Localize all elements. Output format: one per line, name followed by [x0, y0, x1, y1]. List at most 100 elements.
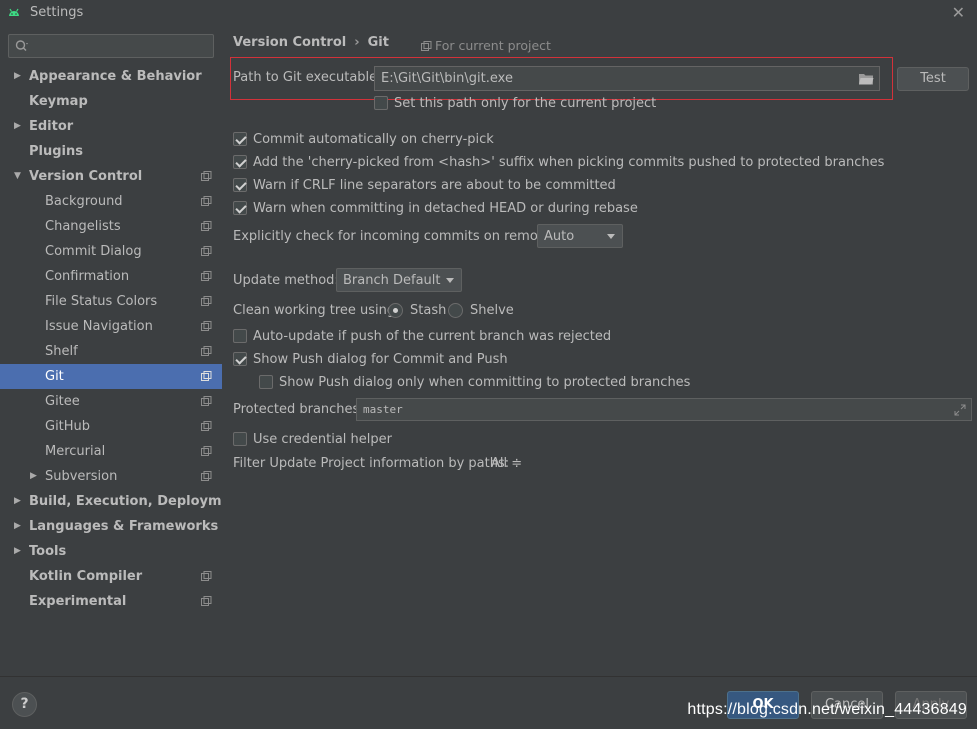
sidebar-item-label: Commit Dialog	[45, 244, 142, 259]
sidebar-item-label: Kotlin Compiler	[29, 569, 143, 584]
project-scope-icon	[201, 596, 212, 606]
chevron-down-icon[interactable]: ▼	[14, 164, 21, 189]
sidebar-item-label: GitHub	[45, 419, 91, 434]
update-method-select[interactable]: Branch Default	[336, 268, 462, 292]
android-icon	[9, 8, 19, 16]
sidebar-item-issue-navigation[interactable]: Issue Navigation	[0, 314, 222, 339]
for-current-project-label: For current project	[435, 38, 551, 53]
sidebar-item-label: Version Control	[29, 169, 143, 184]
chevron-right-icon[interactable]: ▶	[14, 114, 21, 139]
project-scope-icon	[201, 421, 212, 431]
sidebar-item-label: Tools	[29, 544, 67, 559]
protected-branches-label: Protected branches:	[233, 402, 364, 417]
show-push-protected-checkbox[interactable]	[259, 375, 273, 389]
breadcrumb-current: Git	[367, 35, 389, 50]
sidebar-item-confirmation[interactable]: Confirmation	[0, 264, 222, 289]
sidebar-item-label: Keymap	[29, 94, 88, 109]
git-path-field[interactable]: E:\Git\Git\bin\git.exe	[374, 66, 880, 91]
shelve-label: Shelve	[470, 303, 514, 318]
breadcrumb: Version Control › Git	[233, 35, 389, 50]
chevron-right-icon[interactable]: ▶	[30, 464, 37, 489]
sidebar-item-commit-dialog[interactable]: Commit Dialog	[0, 239, 222, 264]
search-input[interactable]	[8, 34, 214, 58]
filter-paths-select[interactable]: All ≑	[491, 456, 522, 471]
chevron-right-icon[interactable]: ▶	[14, 489, 21, 514]
sidebar-item-label: Mercurial	[45, 444, 106, 459]
dialog-footer: ? OK Cancel Apply https://blog.csdn.net/…	[0, 676, 977, 729]
sidebar-item-appearance-behavior[interactable]: ▶ Appearance & Behavior	[0, 64, 222, 89]
auto-update-label: Auto-update if push of the current branc…	[253, 329, 612, 344]
close-icon[interactable]: ✕	[952, 3, 965, 22]
window-title: Settings	[30, 5, 84, 20]
sidebar-item-tools[interactable]: ▶ Tools	[0, 539, 222, 564]
filter-update-label: Filter Update Project information by pat…	[233, 456, 510, 471]
test-button[interactable]: Test	[897, 67, 969, 91]
sidebar-item-label: Confirmation	[45, 269, 130, 284]
sidebar-item-label: Subversion	[45, 469, 118, 484]
expand-icon[interactable]	[954, 404, 966, 416]
sidebar-item-label: Background	[45, 194, 123, 209]
for-current-project-note: For current project	[421, 38, 551, 53]
project-scope-icon	[201, 396, 212, 406]
git-path-value: E:\Git\Git\bin\git.exe	[381, 71, 513, 86]
sidebar-item-git[interactable]: Git	[0, 364, 222, 389]
protected-branches-field[interactable]: master	[356, 398, 972, 421]
breadcrumb-parent[interactable]: Version Control	[233, 35, 346, 50]
incoming-commits-select[interactable]: Auto	[537, 224, 623, 248]
credential-helper-checkbox[interactable]	[233, 432, 247, 446]
update-method-label: Update method:	[233, 273, 339, 288]
sidebar-item-version-control[interactable]: ▼ Version Control	[0, 164, 222, 189]
project-scope-icon	[201, 346, 212, 356]
stash-radio[interactable]	[388, 303, 403, 318]
commit-cherry-pick-label: Commit automatically on cherry-pick	[253, 132, 494, 147]
sidebar-item-changelists[interactable]: Changelists	[0, 214, 222, 239]
show-push-label: Show Push dialog for Commit and Push	[253, 352, 508, 367]
settings-sidebar: ▶ Appearance & Behavior Keymap ▶ Editor Plugi…	[0, 26, 246, 676]
project-scope-icon	[201, 296, 212, 306]
sidebar-item-file-status-colors[interactable]: File Status Colors	[0, 289, 222, 314]
sidebar-item-subversion[interactable]: ▶ Subversion	[0, 464, 222, 489]
add-suffix-checkbox[interactable]	[233, 155, 247, 169]
breadcrumb-separator: ›	[354, 35, 360, 50]
sidebar-item-build-execution-deployment[interactable]: ▶ Build, Execution, Deployment	[0, 489, 246, 514]
incoming-commits-label: Explicitly check for incoming commits on…	[233, 229, 563, 244]
warn-crlf-checkbox[interactable]	[233, 178, 247, 192]
help-button[interactable]: ?	[12, 692, 37, 717]
warn-crlf-label: Warn if CRLF line separators are about t…	[253, 178, 616, 193]
sidebar-item-mercurial[interactable]: Mercurial	[0, 439, 222, 464]
sidebar-item-github[interactable]: GitHub	[0, 414, 222, 439]
sidebar-item-label: File Status Colors	[45, 294, 158, 309]
warn-detached-checkbox[interactable]	[233, 201, 247, 215]
sidebar-item-shelf[interactable]: Shelf	[0, 339, 222, 364]
sidebar-item-plugins[interactable]: Plugins	[0, 139, 222, 164]
project-scope-icon	[201, 321, 212, 331]
sidebar-item-label: Git	[45, 369, 64, 384]
sidebar-item-keymap[interactable]: Keymap	[0, 89, 222, 114]
project-scope-icon	[201, 571, 212, 581]
clean-tree-label: Clean working tree using:	[233, 303, 400, 318]
shelve-radio[interactable]	[448, 303, 463, 318]
sidebar-item-languages-frameworks[interactable]: ▶ Languages & Frameworks	[0, 514, 222, 539]
sidebar-item-background[interactable]: Background	[0, 189, 222, 214]
current-project-only-checkbox[interactable]	[374, 96, 388, 110]
sidebar-item-gitee[interactable]: Gitee	[0, 389, 222, 414]
sidebar-item-editor[interactable]: ▶ Editor	[0, 114, 222, 139]
credential-helper-label: Use credential helper	[253, 432, 392, 447]
search-icon	[15, 40, 28, 51]
project-scope-icon	[201, 246, 212, 256]
chevron-right-icon[interactable]: ▶	[14, 64, 21, 89]
sidebar-item-kotlin-compiler[interactable]: Kotlin Compiler	[0, 564, 222, 589]
project-scope-icon	[201, 371, 212, 381]
commit-cherry-pick-checkbox[interactable]	[233, 132, 247, 146]
chevron-right-icon[interactable]: ▶	[14, 514, 21, 539]
project-scope-icon	[201, 221, 212, 231]
sidebar-item-experimental[interactable]: Experimental	[0, 589, 222, 614]
sidebar-item-label: Issue Navigation	[45, 319, 153, 334]
sidebar-item-label: Languages & Frameworks	[29, 519, 219, 534]
folder-icon[interactable]	[858, 72, 874, 86]
project-icon	[421, 41, 432, 51]
show-push-protected-label: Show Push dialog only when committing to…	[279, 375, 691, 390]
show-push-checkbox[interactable]	[233, 352, 247, 366]
chevron-right-icon[interactable]: ▶	[14, 539, 21, 564]
auto-update-checkbox[interactable]	[233, 329, 247, 343]
